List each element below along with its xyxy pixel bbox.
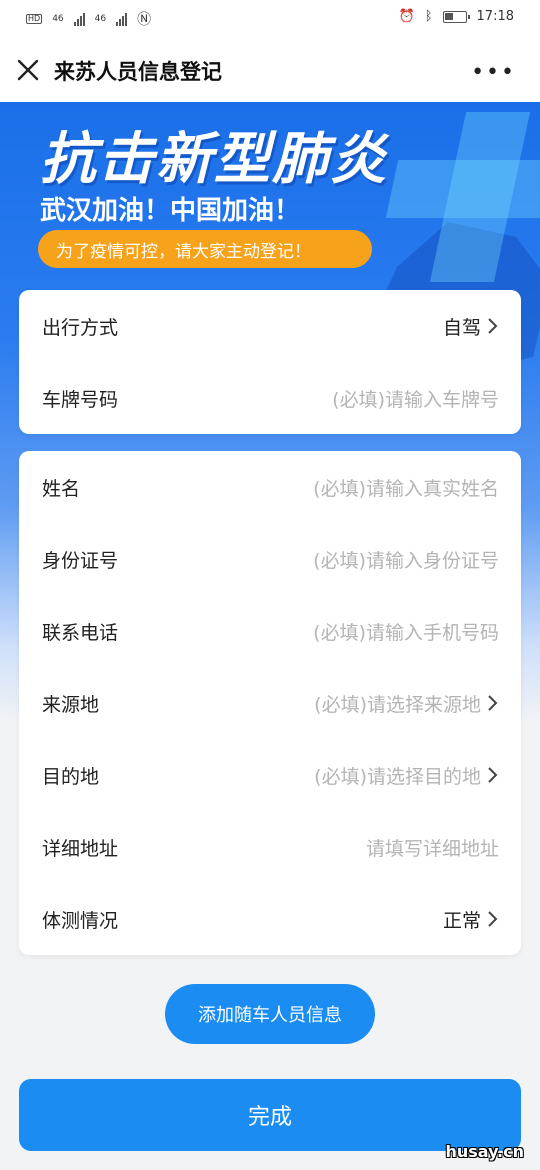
bluetooth-icon: ᛒ <box>424 9 433 24</box>
add-companion-button[interactable]: 添加随车人员信息 <box>165 984 375 1044</box>
temperature-label: 体测情况 <box>42 909 119 932</box>
title-bar: 来苏人员信息登记 ••• <box>0 38 540 102</box>
chevron-right-icon <box>488 767 498 783</box>
temperature-row[interactable]: 体测情况 正常 <box>19 883 521 955</box>
address-label: 详细地址 <box>42 837 119 860</box>
name-label: 姓名 <box>42 477 81 500</box>
status-time: 17:18 <box>476 9 514 24</box>
done-button[interactable]: 完成 <box>19 1079 521 1151</box>
destination-placeholder: (必填)请选择目的地 <box>314 765 481 788</box>
temperature-select[interactable]: 正常 <box>443 906 499 933</box>
watermark: husay.cn <box>445 1142 524 1161</box>
medical-cross-bar <box>385 160 540 218</box>
travel-mode-text: 自驾 <box>442 316 481 339</box>
nfc-icon: Ⓝ <box>137 12 152 28</box>
chevron-right-icon <box>488 318 498 334</box>
id-number-row[interactable]: 身份证号 (必填)请输入身份证号 <box>19 523 521 595</box>
origin-placeholder: (必填)请选择来源地 <box>314 693 481 716</box>
page-title: 来苏人员信息登记 <box>54 60 222 84</box>
phone-row[interactable]: 联系电话 (必填)请输入手机号码 <box>19 595 521 667</box>
person-card: 姓名 (必填)请输入真实姓名 身份证号 (必填)请输入身份证号 联系电话 (必填… <box>19 451 521 955</box>
chevron-right-icon <box>488 911 498 927</box>
temperature-value: 正常 <box>442 909 481 932</box>
name-row[interactable]: 姓名 (必填)请输入真实姓名 <box>19 451 521 523</box>
travel-mode-value[interactable]: 自驾 <box>443 313 499 340</box>
address-input[interactable]: 请填写详细地址 <box>366 834 499 861</box>
close-icon[interactable] <box>14 56 42 84</box>
origin-select[interactable]: (必填)请选择来源地 <box>314 690 499 717</box>
chevron-right-icon <box>488 695 498 711</box>
plate-number-row[interactable]: 车牌号码 (必填)请输入车牌号 <box>19 362 521 434</box>
id-number-input[interactable]: (必填)请输入身份证号 <box>313 546 499 573</box>
plate-number-label: 车牌号码 <box>42 388 119 411</box>
travel-card: 出行方式 自驾 车牌号码 (必填)请输入车牌号 <box>19 290 521 434</box>
hd-icon: HD <box>26 14 43 24</box>
phone-input[interactable]: (必填)请输入手机号码 <box>313 618 499 645</box>
signal-icon-2 <box>116 12 128 26</box>
status-left: HD 46 46 Ⓝ <box>26 9 151 29</box>
more-icon[interactable]: ••• <box>471 60 516 85</box>
battery-icon <box>442 10 470 23</box>
origin-label: 来源地 <box>42 693 100 716</box>
notice-pill: 为了疫情可控，请大家主动登记！ <box>38 230 372 268</box>
destination-row[interactable]: 目的地 (必填)请选择目的地 <box>19 739 521 811</box>
id-number-label: 身份证号 <box>42 549 119 572</box>
status-bar: HD 46 46 Ⓝ ⏰ ᛒ 17:18 <box>0 0 540 38</box>
network-type-1: 46 <box>52 14 64 24</box>
name-input[interactable]: (必填)请输入真实姓名 <box>313 474 499 501</box>
alarm-icon: ⏰ <box>398 9 415 24</box>
hero-subtitle: 武汉加油！中国加油！ <box>40 196 301 226</box>
travel-mode-row[interactable]: 出行方式 自驾 <box>19 290 521 362</box>
travel-mode-label: 出行方式 <box>42 316 119 339</box>
hero-headline: 抗击新型肺炎 <box>40 127 388 192</box>
address-row[interactable]: 详细地址 请填写详细地址 <box>19 811 521 883</box>
network-type-2: 46 <box>94 14 107 24</box>
phone-label: 联系电话 <box>42 621 119 644</box>
signal-icon <box>73 12 85 26</box>
plate-number-input[interactable]: (必填)请输入车牌号 <box>332 385 499 412</box>
destination-select[interactable]: (必填)请选择目的地 <box>314 762 499 789</box>
status-right: ⏰ ᛒ 17:18 <box>399 9 514 24</box>
origin-row[interactable]: 来源地 (必填)请选择来源地 <box>19 667 521 739</box>
destination-label: 目的地 <box>42 765 100 788</box>
